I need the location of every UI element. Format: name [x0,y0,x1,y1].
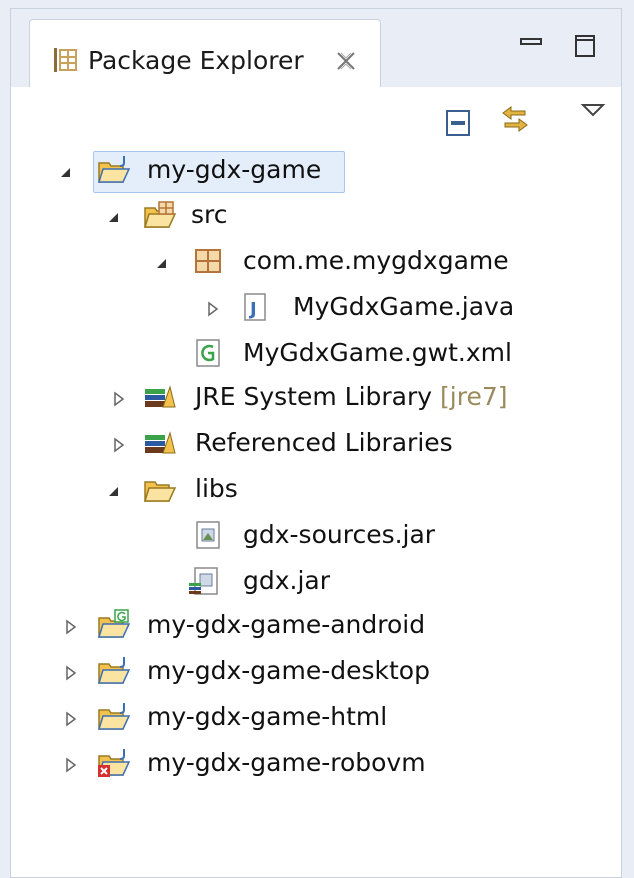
tree-item-label: my-gdx-game [147,155,322,184]
tree-item-referenced-libraries[interactable]: Referenced Libraries [11,425,621,463]
tree-item-gdx-sources-jar[interactable]: gdx-sources.jar [11,517,621,555]
tree-item-label: JRE System Library [jre7] [195,382,508,411]
svg-text:J: J [248,299,257,320]
tree-item-html-project[interactable]: my-gdx-game-html [11,699,621,737]
tree-item-libs[interactable]: libs [11,471,621,509]
tree-item-label: MyGdxGame.java [293,292,515,321]
tree-item-label: MyGdxGame.gwt.xml [243,338,512,367]
folder-icon [143,481,177,502]
java-project-icon [97,657,131,684]
tree-item-package[interactable]: com.me.mygdxgame [11,243,621,281]
tree-item-label: my-gdx-game-robovm [147,748,426,777]
jar-file-icon [196,521,220,549]
link-with-editor-icon[interactable] [499,103,531,135]
android-project-icon [97,609,131,638]
tree-item-jre-system-library[interactable]: JRE System Library [jre7] [11,379,621,417]
tree-item-label: gdx.jar [243,566,331,595]
source-folder-icon [143,201,177,228]
expanded-arrow-icon[interactable] [57,164,73,180]
tree-item-robovm-project[interactable]: my-gdx-game-robovm [11,745,621,783]
java-project-icon [97,156,131,183]
tree-item-my-gdx-game[interactable]: my-gdx-game [11,152,621,190]
library-icon [145,385,176,408]
tree-item-gdx-jar[interactable]: gdx.jar [11,563,621,601]
gwt-xml-icon [196,339,220,367]
java-project-error-icon [97,749,131,777]
maximize-icon[interactable] [571,31,599,59]
library-decoration: [jre7] [440,382,508,411]
tree-area: my-gdx-game src com.me.mygdxgame J MyGdx… [11,87,621,877]
tree-item-android-project[interactable]: my-gdx-game-android [11,607,621,645]
tree-item-desktop-project[interactable]: my-gdx-game-desktop [11,653,621,691]
expanded-arrow-icon[interactable] [153,255,169,271]
collapsed-arrow-icon[interactable] [63,665,79,681]
tree-item-label: com.me.mygdxgame [243,246,509,275]
collapse-all-icon[interactable] [443,107,475,139]
tree-item-label: libs [195,474,238,503]
tree-item-label: my-gdx-game-android [147,610,426,639]
tree-item-src[interactable]: src [11,197,621,235]
library-icon [145,431,176,454]
collapsed-arrow-icon[interactable] [63,757,79,773]
tree-item-gwt-xml[interactable]: MyGdxGame.gwt.xml [11,335,621,373]
package-icon [195,249,221,273]
expanded-arrow-icon[interactable] [105,209,121,225]
minimize-icon[interactable] [517,31,545,59]
package-explorer-view: Package Explorer my-gdx-game src com.me.… [10,8,622,878]
jar-library-icon [189,567,218,595]
tree-item-label: my-gdx-game-html [147,702,388,731]
view-title: Package Explorer [88,46,304,75]
collapsed-arrow-icon[interactable] [205,301,221,317]
collapsed-arrow-icon[interactable] [63,711,79,727]
tree-item-label: gdx-sources.jar [243,520,436,549]
tree-item-label: src [191,200,228,229]
view-menu-chevron-down-icon[interactable] [577,95,609,127]
java-project-icon [97,703,131,730]
close-icon[interactable] [335,50,357,72]
java-file-icon: J [244,293,266,321]
collapsed-arrow-icon[interactable] [111,391,127,407]
tree-item-label: my-gdx-game-desktop [147,656,430,685]
collapsed-arrow-icon[interactable] [63,619,79,635]
tree-item-label: Referenced Libraries [195,428,453,457]
tree-item-mygdxgame-java[interactable]: J MyGdxGame.java [11,289,621,327]
expanded-arrow-icon[interactable] [105,483,121,499]
view-tab-bar: Package Explorer [11,9,621,99]
package-explorer-icon [54,48,77,72]
collapsed-arrow-icon[interactable] [111,437,127,453]
